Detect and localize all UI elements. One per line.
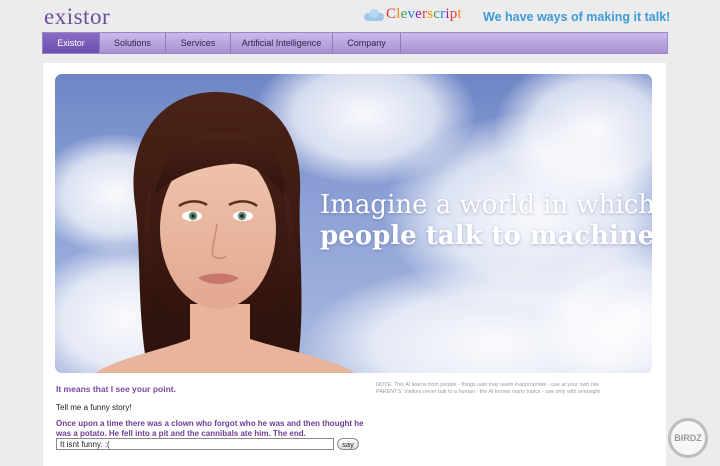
cleverscript-letter: e [415, 6, 423, 22]
cleverscript-letter: v [407, 6, 416, 22]
bot-response: It means that I see your point. [56, 384, 176, 394]
hero-headline-line1: Imagine a world in which [320, 190, 652, 220]
disclaimer-note: NOTE: This AI learns from people - thing… [376, 382, 666, 396]
cloud-icon [364, 8, 384, 21]
nav-item-solutions[interactable]: Solutions [100, 33, 166, 53]
hero-headline-line2: people talk to machines [320, 221, 652, 251]
bot-story: Once upon a time there was a clown who f… [56, 419, 364, 438]
birdz-watermark: BIRDZ [668, 418, 708, 458]
tagline: We have ways of making it talk! [483, 10, 671, 24]
disclaimer-line1: NOTE: This AI learns from people - thing… [376, 382, 600, 388]
main-nav: Existor Solutions Services Artificial In… [42, 32, 668, 54]
user-message: Tell me a funny story! [56, 403, 132, 412]
existor-logo[interactable]: existor [44, 4, 110, 30]
disclaimer-line2: PARENTS: Visitors never talk to a human … [376, 388, 600, 395]
nav-item-artificial-intelligence[interactable]: Artificial Intelligence [231, 33, 333, 53]
say-button[interactable]: say [337, 438, 359, 450]
cleverscript-brand[interactable]: Cleverscript [364, 6, 462, 23]
nav-item-existor[interactable]: Existor [43, 33, 100, 53]
cleverscript-wordmark: Cleverscript [386, 6, 462, 23]
cleverscript-letter: C [386, 6, 397, 22]
nav-item-company[interactable]: Company [333, 33, 401, 53]
hero-banner: Imagine a world in which people talk to … [55, 74, 652, 373]
nav-item-services[interactable]: Services [166, 33, 231, 53]
chat-input[interactable] [56, 438, 334, 450]
cleverscript-letter: t [457, 6, 462, 22]
